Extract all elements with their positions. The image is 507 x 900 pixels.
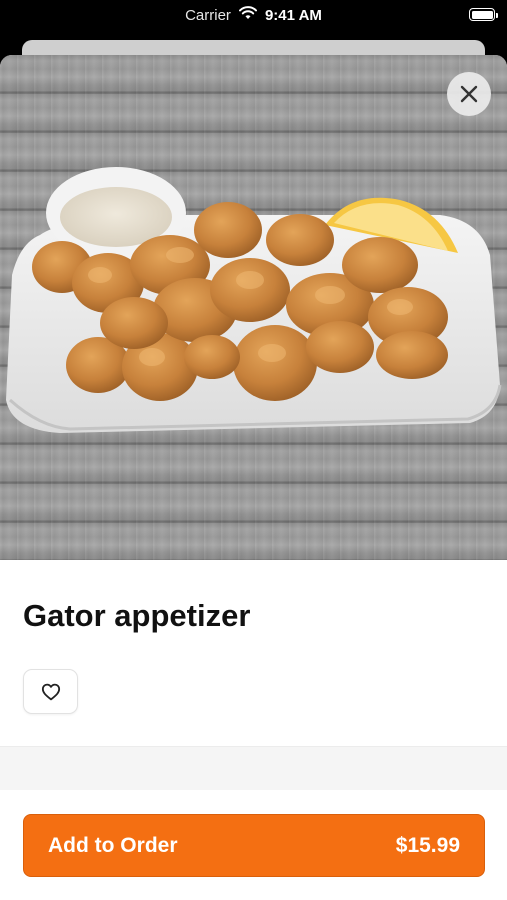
favorite-button[interactable] (23, 669, 78, 714)
battery-tip (496, 12, 498, 18)
food-photo (6, 167, 502, 433)
heart-outline-icon (41, 683, 60, 700)
add-to-order-label: Add to Order (48, 833, 178, 857)
clock: 9:41 AM (264, 6, 322, 24)
close-button[interactable] (447, 72, 491, 116)
item-price: $15.99 (395, 833, 460, 857)
item-photo (0, 55, 507, 560)
add-to-order-button[interactable]: Add to Order $15.99 (23, 814, 485, 877)
status-bar: Carrier 9:41 AM (0, 0, 507, 36)
status-center: Carrier 9:41 AM (0, 6, 507, 24)
wifi-icon (238, 6, 257, 24)
bottom-action-bar: Add to Order $15.99 (0, 790, 507, 900)
section-divider (0, 746, 507, 790)
item-title: Gator appetizer (23, 598, 251, 633)
item-detail-sheet: Gator appetizer Add to Order $15.99 (0, 55, 507, 900)
battery-icon (469, 8, 498, 21)
battery-level (471, 10, 493, 19)
close-icon (460, 85, 478, 103)
carrier-label: Carrier (185, 6, 231, 24)
